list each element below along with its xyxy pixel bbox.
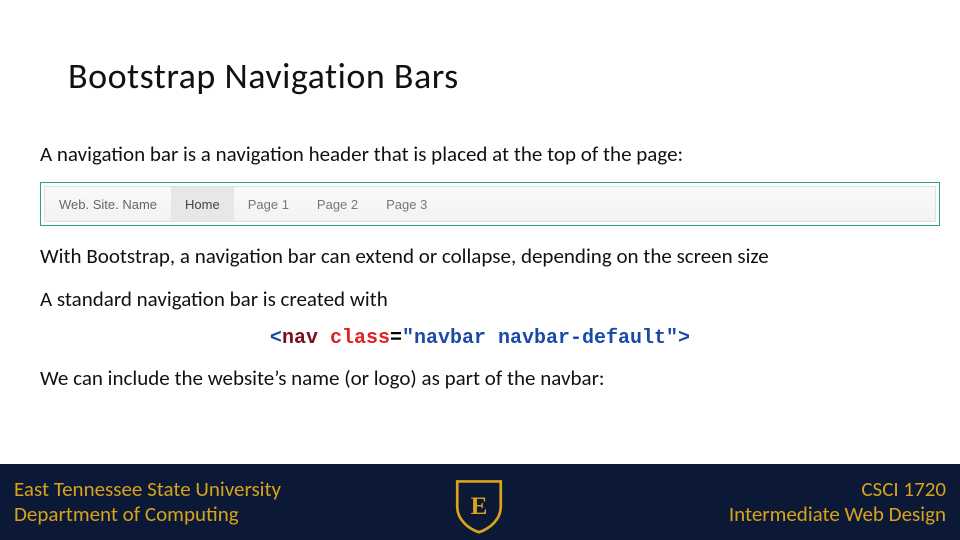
footer-university: East Tennessee State University: [14, 477, 281, 502]
navbar-example: Web. Site. Name Home Page 1 Page 2 Page …: [44, 186, 936, 222]
paragraph-collapse: With Bootstrap, a navigation bar can ext…: [40, 242, 920, 270]
code-snippet: <nav class="navbar navbar-default">: [40, 327, 920, 350]
code-token-eq: =: [390, 327, 402, 350]
footer-course-code: CSCI 1720: [729, 477, 946, 502]
slide: Bootstrap Navigation Bars A navigation b…: [0, 0, 960, 540]
navbar-brand[interactable]: Web. Site. Name: [45, 187, 171, 221]
navbar-item-page3[interactable]: Page 3: [372, 187, 441, 221]
page-title: Bootstrap Navigation Bars: [68, 54, 459, 98]
logo-letter: E: [471, 492, 488, 520]
slide-body: A navigation bar is a navigation header …: [40, 140, 920, 406]
navbar-example-frame: Web. Site. Name Home Page 1 Page 2 Page …: [40, 182, 940, 226]
navbar-item-page2[interactable]: Page 2: [303, 187, 372, 221]
paragraph-createdwith: A standard navigation bar is created wit…: [40, 285, 920, 313]
code-token-attr: class: [330, 327, 390, 350]
paragraph-logo: We can include the website’s name (or lo…: [40, 364, 920, 392]
code-token-close: >: [678, 327, 690, 350]
footer-department: Department of Computing: [14, 502, 281, 527]
etsu-logo-icon: E: [450, 476, 508, 534]
code-token-space: [318, 327, 330, 350]
navbar-item-page1[interactable]: Page 1: [234, 187, 303, 221]
slide-footer: East Tennessee State University Departme…: [0, 464, 960, 540]
code-token-tag: nav: [282, 327, 318, 350]
footer-course-name: Intermediate Web Design: [729, 502, 946, 527]
footer-right: CSCI 1720 Intermediate Web Design: [729, 477, 946, 527]
navbar-item-home[interactable]: Home: [171, 187, 234, 221]
paragraph-intro: A navigation bar is a navigation header …: [40, 140, 920, 168]
code-token-open: <: [270, 327, 282, 350]
footer-left: East Tennessee State University Departme…: [14, 477, 281, 527]
code-token-string: "navbar navbar-default": [402, 327, 678, 350]
